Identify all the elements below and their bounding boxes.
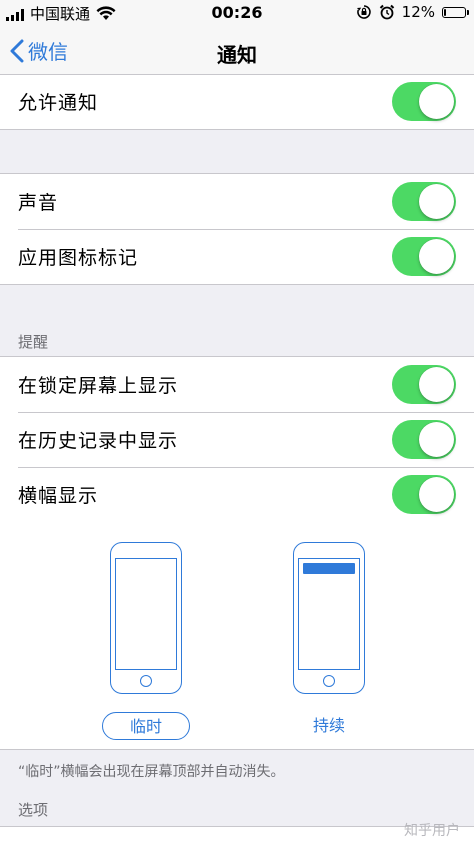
lock-screen-row: 在锁定屏幕上显示 <box>0 357 474 412</box>
allow-notifications-row: 允许通知 <box>0 75 474 129</box>
history-toggle[interactable] <box>392 420 456 459</box>
sound-badge-group: 声音 应用图标标记 <box>0 173 474 285</box>
sound-toggle[interactable] <box>392 182 456 221</box>
badge-toggle[interactable] <box>392 237 456 276</box>
banners-toggle[interactable] <box>392 475 456 514</box>
status-right: 12% <box>356 3 469 21</box>
badge-row: 应用图标标记 <box>0 229 474 284</box>
watermark: 知乎用户 <box>404 823 460 839</box>
alarm-icon <box>379 4 394 20</box>
sound-label: 声音 <box>18 192 59 214</box>
lock-screen-toggle[interactable] <box>392 365 456 404</box>
allow-notifications-group: 允许通知 <box>0 74 474 130</box>
alerts-group: 在锁定屏幕上显示 在历史记录中显示 横幅显示 <box>0 356 474 522</box>
banners-label: 横幅显示 <box>18 485 99 507</box>
allow-notifications-label: 允许通知 <box>18 92 99 114</box>
options-section-header: 选项 <box>18 801 49 819</box>
history-label: 在历史记录中显示 <box>18 430 179 452</box>
phone-screen <box>298 558 360 670</box>
persistent-banner-preview[interactable] <box>293 542 365 694</box>
lock-screen-label: 在锁定屏幕上显示 <box>18 375 179 397</box>
banners-row: 横幅显示 <box>0 467 474 522</box>
banner-style-note: “临时”横幅会出现在屏幕顶部并自动消失。 <box>18 764 285 780</box>
home-button-icon <box>323 675 335 687</box>
battery-level <box>444 8 446 16</box>
sound-row: 声音 <box>0 174 474 229</box>
allow-notifications-toggle[interactable] <box>392 82 456 121</box>
banner-style-selector: 临时 持续 <box>0 522 474 750</box>
history-row: 在历史记录中显示 <box>0 412 474 467</box>
battery-percent: 12% <box>401 3 435 21</box>
navigation-bar: 微信 通知 <box>0 26 474 80</box>
persistent-option-button[interactable]: 持续 <box>285 712 373 740</box>
page-title: 通知 <box>217 43 257 67</box>
phone-screen <box>115 558 177 670</box>
status-bar: 中国联通 00:26 12% <box>0 0 474 26</box>
battery-icon <box>442 6 469 18</box>
banner-bar <box>303 563 355 574</box>
temporary-option-button[interactable]: 临时 <box>102 712 190 740</box>
alerts-section-header: 提醒 <box>18 333 49 351</box>
badge-label: 应用图标标记 <box>18 247 139 269</box>
options-group-edge <box>0 826 474 843</box>
orientation-lock-icon <box>356 5 371 19</box>
notification-settings-screen: 中国联通 00:26 12% 微信 通知 允许通知 声音 应用图标标记 提醒 在… <box>0 0 474 843</box>
home-button-icon <box>140 675 152 687</box>
temporary-banner-preview[interactable] <box>110 542 182 694</box>
